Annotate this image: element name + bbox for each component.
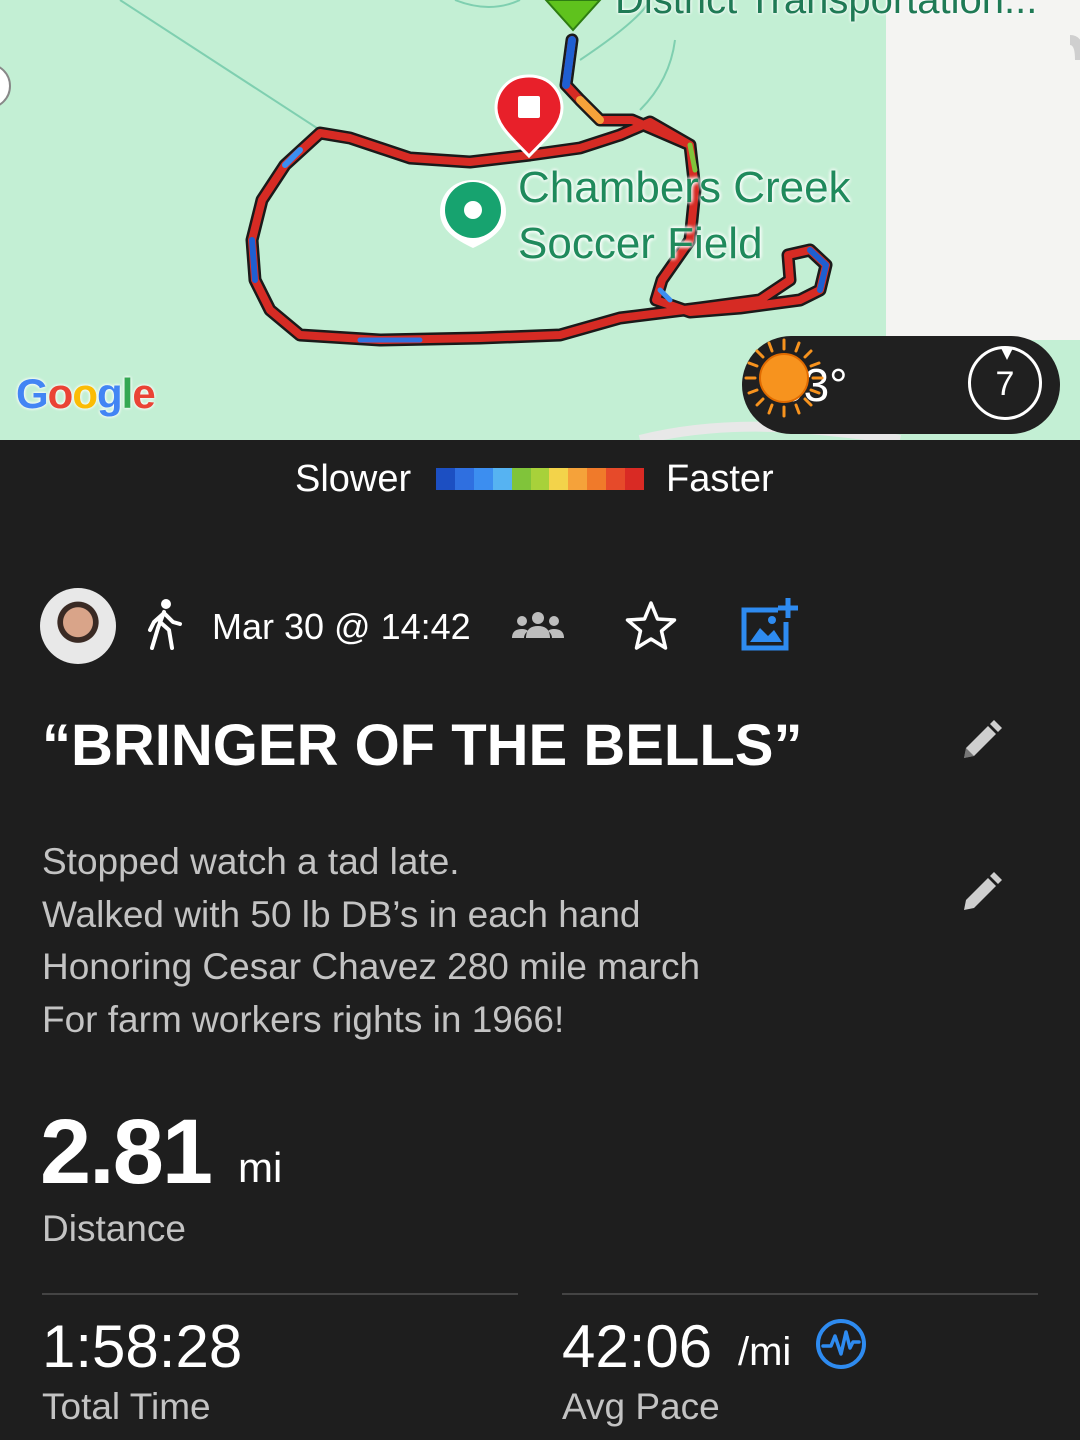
legend-color-segment (492, 468, 512, 490)
legend-color-segment (473, 468, 493, 490)
distance-unit: mi (238, 1144, 283, 1191)
edit-description-icon[interactable] (960, 872, 1002, 914)
google-logo-letter: l (121, 370, 134, 417)
divider (562, 1293, 1038, 1295)
end-pin (494, 74, 564, 159)
legend-color-segment (511, 468, 531, 490)
legend-color-segment (454, 468, 474, 490)
map-label-field-line1: Chambers Creek (518, 163, 851, 212)
start-pin (544, 0, 602, 32)
description-line: Walked with 50 lb DB’s in each hand (42, 893, 641, 935)
wind-indicator: 7 (968, 346, 1042, 420)
legend-color-segment (606, 468, 626, 490)
wind-speed: 7 (995, 365, 1015, 403)
pace-chart-icon[interactable] (815, 1318, 867, 1370)
map-white-area (886, 0, 1080, 340)
map-path (639, 39, 676, 111)
activity-date: Mar 30 @ 14:42 (212, 606, 471, 647)
distance-value: 2.81 (40, 1101, 213, 1203)
avatar[interactable] (40, 588, 116, 664)
route-slow-segment (249, 237, 258, 283)
speed-legend: Slower Faster (0, 456, 1080, 506)
weather-badge[interactable]: 63° 7 (742, 336, 1060, 434)
avg-pace-value: 42:06 (562, 1313, 713, 1380)
edit-title-icon[interactable] (960, 720, 1002, 762)
description-line: Stopped watch a tad late. (42, 841, 460, 882)
legend-color-segment (568, 468, 588, 490)
map-path (454, 0, 521, 8)
description-line: For farm workers rights in 1966! (42, 998, 565, 1040)
legend-faster-label: Faster (666, 458, 774, 500)
sun-icon (744, 338, 824, 418)
google-logo-letter: g (96, 370, 123, 417)
avg-pace-unit: /mi (738, 1330, 792, 1374)
legend-slower-label: Slower (295, 458, 412, 500)
group-icon[interactable] (512, 610, 564, 640)
activity-description: Stopped watch a tad late. Walked with 50… (42, 836, 700, 1046)
map-label-district: District Transportation... (615, 0, 1038, 22)
google-logo: Google (16, 370, 156, 418)
google-logo-letter: G (16, 370, 49, 417)
legend-color-segment (530, 468, 550, 490)
legend-gradient-bar (436, 468, 644, 490)
star-icon[interactable] (624, 600, 678, 652)
legend-color-segment (587, 468, 607, 490)
map-edge-button (0, 66, 11, 106)
description-line: Honoring Cesar Chavez 280 mile march (42, 946, 701, 987)
map-label-field-line2: Soccer Field (518, 219, 763, 268)
distance-label: Distance (42, 1208, 186, 1249)
total-time-label: Total Time (42, 1386, 211, 1427)
add-photo-icon[interactable] (740, 596, 800, 654)
legend-color-segment (625, 468, 644, 490)
avg-pace-label: Avg Pace (562, 1386, 720, 1427)
activity-meta-row: Mar 30 @ 14:42 (0, 586, 1080, 666)
poi-pin (440, 180, 506, 248)
route-map[interactable]: District Transportation... Chambers Cree… (0, 0, 1080, 440)
total-time-value: 1:58:28 (42, 1313, 243, 1380)
google-logo-letter: o (72, 370, 98, 417)
activity-title: “BRINGER OF THE BELLS” (42, 713, 803, 778)
legend-color-segment (436, 468, 455, 490)
google-logo-letter: o (47, 370, 74, 417)
map-path (119, 0, 321, 131)
google-logo-letter: e (132, 370, 155, 417)
divider (42, 1293, 518, 1295)
legend-color-segment (549, 468, 569, 490)
map-label-field: Chambers Creek Soccer Field (518, 160, 851, 272)
walk-icon (148, 599, 182, 650)
